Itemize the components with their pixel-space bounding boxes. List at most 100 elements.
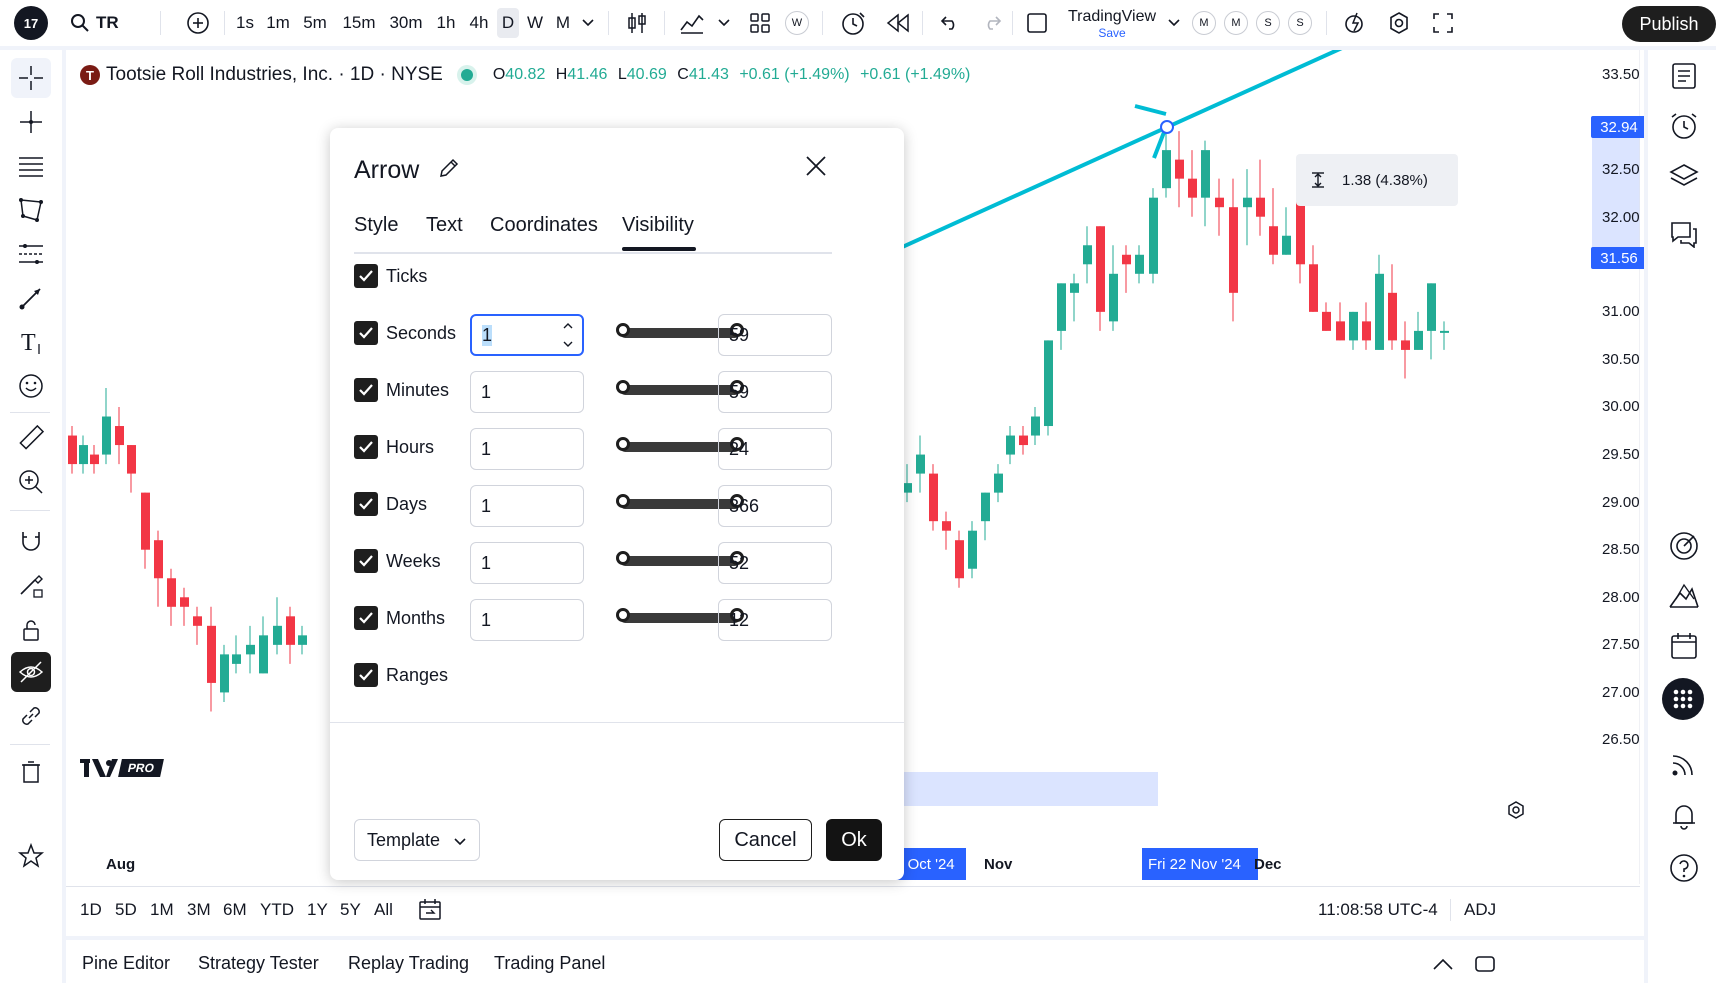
minutes-checkbox[interactable] xyxy=(354,378,378,402)
tab-style[interactable]: Style xyxy=(354,214,398,237)
link-icon[interactable] xyxy=(11,696,51,736)
tab-pine-editor[interactable]: Pine Editor xyxy=(82,940,170,987)
object-tree-layers-icon[interactable] xyxy=(1664,156,1704,196)
ticks-checkbox[interactable] xyxy=(354,264,378,288)
layout-square-icon[interactable] xyxy=(1022,0,1052,46)
range-1y[interactable]: 1Y xyxy=(307,887,328,933)
stepper-arrows-icon[interactable] xyxy=(562,320,574,355)
weeks-checkbox[interactable] xyxy=(354,549,378,573)
redo-icon[interactable] xyxy=(976,0,1008,46)
tab-visibility[interactable]: Visibility xyxy=(622,214,694,237)
trend-line-tool-icon[interactable] xyxy=(11,102,51,142)
months-from-input[interactable]: 1 xyxy=(470,599,584,641)
publish-button[interactable]: Publish xyxy=(1622,6,1716,42)
range-1d[interactable]: 1D xyxy=(80,887,102,933)
seconds-checkbox[interactable] xyxy=(354,321,378,345)
ranges-checkbox[interactable] xyxy=(354,663,378,687)
alert-clock-icon[interactable] xyxy=(836,0,870,46)
interval-4h[interactable]: 4h xyxy=(466,8,492,38)
chat-ideas-icon[interactable] xyxy=(1664,214,1704,254)
compare-add-button[interactable] xyxy=(182,0,214,46)
watchlist-icon[interactable] xyxy=(1664,56,1704,96)
settings-gear-icon[interactable] xyxy=(1382,0,1416,46)
star-favorites-icon[interactable] xyxy=(11,836,51,876)
trash-icon[interactable] xyxy=(11,752,51,792)
range-3m[interactable]: 3M xyxy=(187,887,211,933)
interval-30m[interactable]: 30m xyxy=(386,8,426,38)
template-dropdown[interactable]: Template xyxy=(354,819,480,861)
hide-drawings-icon[interactable] xyxy=(11,652,51,692)
minutes-to-input[interactable]: 59 xyxy=(718,371,832,413)
tab-trading-panel[interactable]: Trading Panel xyxy=(494,940,605,987)
interval-d[interactable]: D xyxy=(497,8,519,38)
cancel-button[interactable]: Cancel xyxy=(719,819,812,861)
months-checkbox[interactable] xyxy=(354,606,378,630)
text-tool-icon[interactable]: T xyxy=(11,322,51,362)
months-to-input[interactable]: 12 xyxy=(718,599,832,641)
lock-all-icon[interactable] xyxy=(11,610,51,650)
symbol-legend[interactable]: T Tootsie Roll Industries, Inc. · 1D · N… xyxy=(80,60,970,90)
interval-w[interactable]: W xyxy=(524,8,546,38)
interval-5m[interactable]: 5m xyxy=(300,8,330,38)
fullscreen-icon[interactable] xyxy=(1426,0,1460,46)
days-from-input[interactable]: 1 xyxy=(470,485,584,527)
brush-tool-icon[interactable] xyxy=(11,278,51,318)
adj-toggle[interactable]: ADJ xyxy=(1464,887,1496,933)
days-to-input[interactable]: 366 xyxy=(718,485,832,527)
badge-s2[interactable]: S xyxy=(1288,0,1312,46)
range-all[interactable]: All xyxy=(374,887,393,933)
lock-drawing-mode-icon[interactable] xyxy=(11,566,51,606)
hours-to-input[interactable]: 24 xyxy=(718,428,832,470)
interval-1h[interactable]: 1h xyxy=(434,8,458,38)
days-checkbox[interactable] xyxy=(354,492,378,516)
indicators-icon[interactable] xyxy=(676,0,708,46)
tab-replay-trading[interactable]: Replay Trading xyxy=(348,940,469,987)
apps-grid-icon[interactable] xyxy=(1662,678,1704,720)
pattern-mountain-icon[interactable] xyxy=(1664,576,1704,616)
interval-1m[interactable]: 1m xyxy=(264,8,292,38)
technicals-target-icon[interactable] xyxy=(1664,526,1704,566)
fib-lines-icon[interactable] xyxy=(11,146,51,186)
quick-search-icon[interactable] xyxy=(1338,0,1372,46)
badge-m1[interactable]: M xyxy=(1192,0,1216,46)
hours-from-input[interactable]: 1 xyxy=(470,428,584,470)
candles-chart-type-icon[interactable] xyxy=(620,0,654,46)
badge-m2[interactable]: M xyxy=(1224,0,1248,46)
seconds-to-input[interactable]: 59 xyxy=(718,314,832,356)
badge-s1[interactable]: S xyxy=(1256,0,1280,46)
notifications-bell-icon[interactable] xyxy=(1664,796,1704,836)
interval-15m[interactable]: 15m xyxy=(340,8,378,38)
pattern-tool-icon[interactable] xyxy=(11,190,51,230)
magnet-icon[interactable] xyxy=(11,522,51,562)
weeks-from-input[interactable]: 1 xyxy=(470,542,584,584)
alerts-clock-icon[interactable] xyxy=(1664,106,1704,146)
tradingview-logo-icon[interactable]: 17 xyxy=(10,0,52,46)
badge-w[interactable]: W xyxy=(785,0,809,46)
forecast-tool-icon[interactable] xyxy=(11,234,51,274)
help-question-icon[interactable] xyxy=(1664,848,1704,888)
range-ytd[interactable]: YTD xyxy=(260,887,294,933)
rename-pencil-icon[interactable] xyxy=(438,157,460,186)
minutes-from-input[interactable]: 1 xyxy=(470,371,584,413)
goto-date-calendar-icon[interactable] xyxy=(418,887,442,933)
layout-name-button[interactable]: TradingView Save xyxy=(1062,8,1162,42)
calendar-icon[interactable] xyxy=(1664,626,1704,666)
tab-strategy-tester[interactable]: Strategy Tester xyxy=(198,940,319,987)
chevron-up-icon[interactable] xyxy=(1432,940,1454,987)
signal-stream-icon[interactable] xyxy=(1664,744,1704,784)
symbol-search-button[interactable]: TR xyxy=(70,0,130,46)
replay-rewind-icon[interactable] xyxy=(882,0,914,46)
crosshair-icon[interactable] xyxy=(11,58,51,98)
weeks-to-input[interactable]: 52 xyxy=(718,542,832,584)
range-5d[interactable]: 5D xyxy=(115,887,137,933)
range-6m[interactable]: 6M xyxy=(223,887,247,933)
tab-text[interactable]: Text xyxy=(426,214,463,237)
layouts-grid-icon[interactable] xyxy=(744,0,776,46)
maximize-panel-icon[interactable] xyxy=(1474,940,1496,987)
hours-checkbox[interactable] xyxy=(354,435,378,459)
tab-coordinates[interactable]: Coordinates xyxy=(490,214,598,237)
ok-button[interactable]: Ok xyxy=(826,819,882,861)
chart-settings-gear-icon[interactable] xyxy=(1506,800,1530,824)
range-5y[interactable]: 5Y xyxy=(340,887,361,933)
interval-m[interactable]: M xyxy=(552,8,574,38)
